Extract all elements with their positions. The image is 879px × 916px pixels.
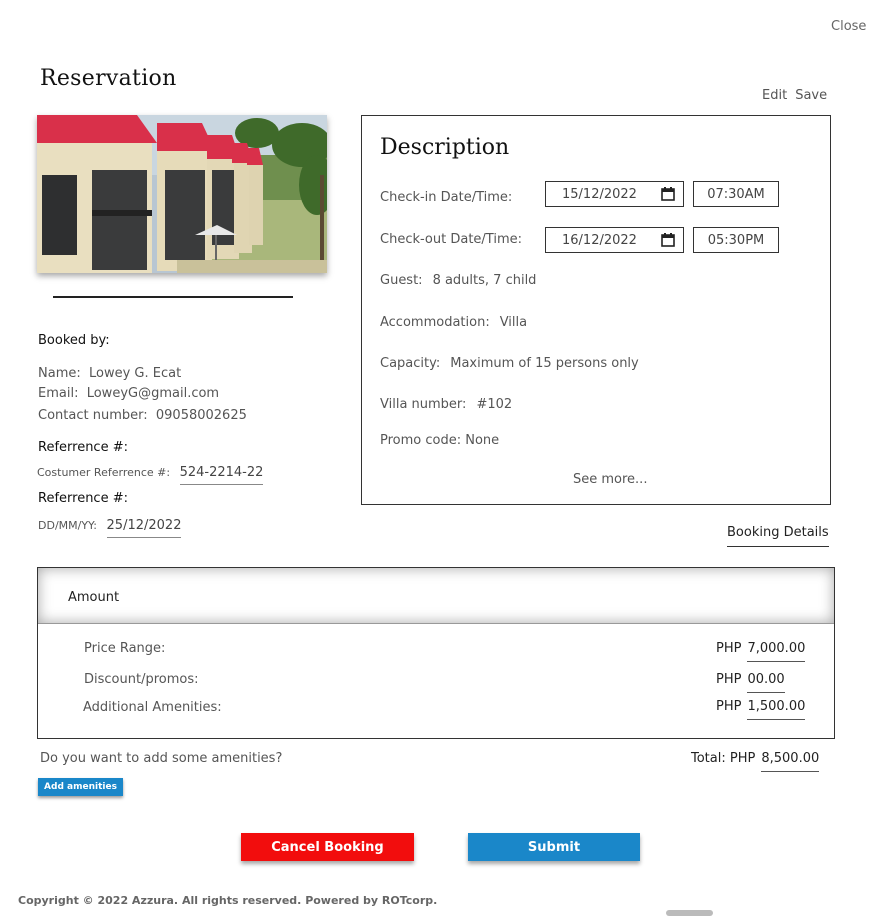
total-currency: PHP bbox=[729, 751, 756, 766]
add-amenities-button[interactable]: Add amenities bbox=[38, 778, 123, 796]
save-link[interactable]: Save bbox=[795, 88, 827, 103]
name-value: Lowey G. Ecat bbox=[89, 366, 182, 381]
additional-amenities-currency: PHP bbox=[716, 699, 742, 714]
amount-header: Amount bbox=[38, 568, 834, 624]
checkin-date-input[interactable]: 15/12/2022 bbox=[545, 181, 684, 207]
customer-reference-row: Costumer Referrence #: 524-2214-22 bbox=[37, 465, 264, 485]
price-range-label: Price Range: bbox=[84, 641, 166, 656]
checkin-time-value: 07:30AM bbox=[707, 186, 765, 202]
description-title: Description bbox=[380, 135, 510, 160]
additional-amenities-amount: PHP 1,500.00 bbox=[716, 699, 806, 720]
edit-link[interactable]: Edit bbox=[762, 88, 787, 103]
checkout-time-input[interactable]: 05:30PM bbox=[693, 227, 779, 253]
contact-label: Contact number: bbox=[38, 408, 148, 423]
discount-currency: PHP bbox=[716, 672, 742, 687]
email-value: LoweyG@gmail.com bbox=[86, 386, 220, 401]
scrollbar-handle[interactable] bbox=[666, 910, 713, 916]
accommodation-label: Accommodation: bbox=[380, 315, 490, 330]
capacity-line: Capacity: Maximum of 15 persons only bbox=[380, 356, 639, 371]
checkout-label: Check-out Date/Time: bbox=[380, 232, 522, 247]
page-title: Reservation bbox=[40, 66, 177, 91]
checkin-time-input[interactable]: 07:30AM bbox=[693, 181, 779, 207]
promo-code-line: Promo code: None bbox=[380, 433, 500, 448]
checkin-date-value: 15/12/2022 bbox=[562, 186, 637, 202]
reference-date-row: DD/MM/YY: 25/12/2022 bbox=[38, 518, 182, 538]
total-label: Total: bbox=[691, 751, 726, 766]
capacity-label: Capacity: bbox=[380, 356, 441, 371]
photo-divider bbox=[53, 296, 293, 298]
capacity-value: Maximum of 15 persons only bbox=[450, 356, 639, 371]
discount-amount: PHP 00.00 bbox=[716, 672, 785, 693]
total-amount: Total: PHP 8,500.00 bbox=[691, 751, 820, 772]
email-label: Email: bbox=[38, 386, 79, 401]
villa-photo bbox=[37, 115, 327, 273]
price-range-amount: PHP 7,000.00 bbox=[716, 641, 806, 662]
guest-label: Guest: bbox=[380, 273, 423, 288]
amount-title: Amount bbox=[68, 590, 120, 605]
checkin-label: Check-in Date/Time: bbox=[380, 190, 513, 205]
booked-by-heading: Booked by: bbox=[38, 333, 110, 348]
calendar-icon[interactable] bbox=[661, 233, 675, 247]
amount-panel: Amount Price Range: PHP 7,000.00 Discount… bbox=[37, 567, 835, 739]
villa-number-value: #102 bbox=[476, 397, 513, 412]
see-more-link[interactable]: See more... bbox=[573, 472, 647, 487]
guest-line: Guest: 8 adults, 7 child bbox=[380, 273, 536, 288]
checkout-date-input[interactable]: 16/12/2022 bbox=[545, 227, 684, 253]
reference-heading: Referrence #: bbox=[38, 440, 128, 455]
discount-label: Discount/promos: bbox=[84, 672, 199, 687]
top-actions: Edit Save bbox=[762, 88, 827, 103]
additional-amenities-label: Additional Amenities: bbox=[83, 700, 222, 715]
cancel-booking-button[interactable]: Cancel Booking bbox=[241, 833, 414, 861]
customer-reference-value: 524-2214-22 bbox=[179, 465, 264, 485]
booking-details-link[interactable]: Booking Details bbox=[727, 525, 829, 547]
price-range-currency: PHP bbox=[716, 641, 742, 656]
description-panel: Description Check-in Date/Time: 15/12/20… bbox=[361, 115, 831, 505]
checkout-date-value: 16/12/2022 bbox=[562, 232, 637, 248]
checkout-time-value: 05:30PM bbox=[707, 232, 765, 248]
customer-reference-label: Costumer Referrence #: bbox=[37, 466, 171, 479]
booked-contact: Contact number: 09058002625 bbox=[38, 405, 247, 426]
guest-value: 8 adults, 7 child bbox=[432, 273, 537, 288]
calendar-icon[interactable] bbox=[661, 187, 675, 201]
reference-date-value: 25/12/2022 bbox=[106, 518, 182, 538]
close-link[interactable]: Close bbox=[831, 19, 866, 34]
submit-button[interactable]: Submit bbox=[468, 833, 640, 861]
accommodation-line: Accommodation: Villa bbox=[380, 315, 527, 330]
discount-value: 00.00 bbox=[747, 672, 785, 693]
reference-heading-2: Referrence #: bbox=[38, 491, 128, 506]
total-value: 8,500.00 bbox=[761, 751, 820, 772]
villa-number-line: Villa number: #102 bbox=[380, 397, 512, 412]
additional-amenities-value: 1,500.00 bbox=[747, 699, 806, 720]
amenities-question: Do you want to add some amenities? bbox=[40, 751, 283, 766]
villa-number-label: Villa number: bbox=[380, 397, 467, 412]
contact-value: 09058002625 bbox=[155, 408, 247, 423]
accommodation-value: Villa bbox=[499, 315, 528, 330]
booked-email: Email: LoweyG@gmail.com bbox=[38, 383, 219, 404]
copyright-text: Copyright © 2022 Azzura. All rights rese… bbox=[18, 894, 438, 907]
reference-date-label: DD/MM/YY: bbox=[38, 519, 98, 532]
price-range-value: 7,000.00 bbox=[747, 641, 806, 662]
name-label: Name: bbox=[38, 366, 81, 381]
booked-name: Name: Lowey G. Ecat bbox=[38, 363, 181, 384]
